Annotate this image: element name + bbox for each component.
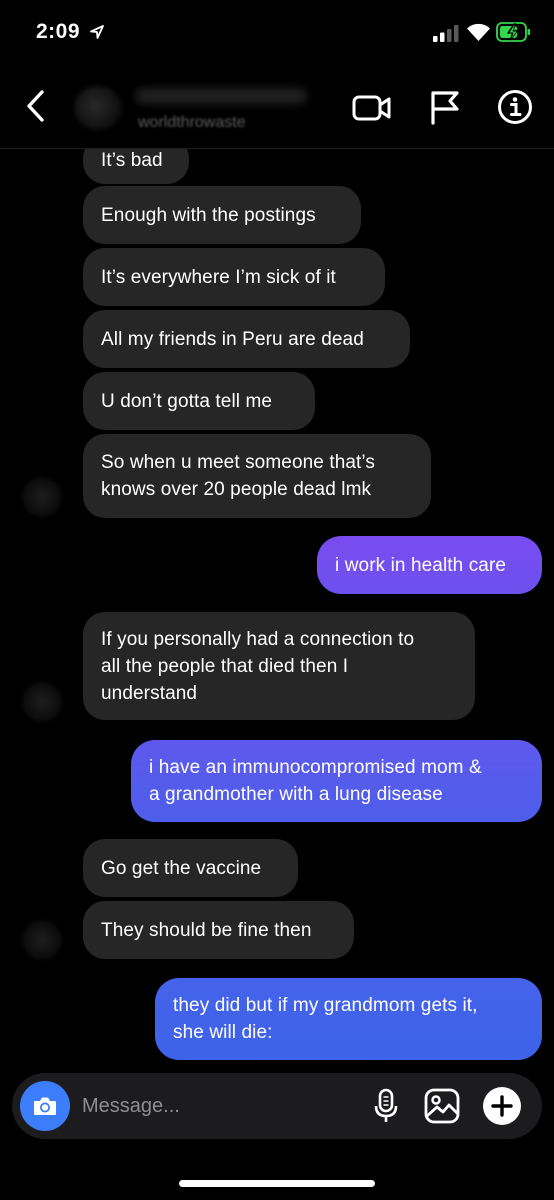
plus-icon — [491, 1095, 513, 1117]
battery-charging-icon — [496, 22, 530, 42]
incoming-message[interactable]: So when u meet someone that’s knows over… — [83, 434, 431, 518]
flag-icon[interactable] — [428, 89, 462, 125]
incoming-message[interactable]: Go get the vaccine — [83, 839, 298, 897]
incoming-message[interactable]: They should be fine then — [83, 901, 354, 959]
incoming-message[interactable]: All my friends in Peru are dead — [83, 310, 410, 368]
incoming-message[interactable]: U don’t gotta tell me — [83, 372, 315, 430]
chevron-left-icon[interactable] — [20, 88, 50, 124]
contact-username[interactable]: worldthrowaste — [138, 114, 246, 132]
incoming-message[interactable]: If you personally had a connection to al… — [83, 612, 475, 720]
sender-avatar[interactable] — [22, 682, 62, 722]
info-icon[interactable] — [497, 89, 533, 125]
microphone-icon[interactable] — [374, 1088, 398, 1124]
cellular-signal-icon — [433, 25, 459, 42]
sender-avatar[interactable] — [22, 920, 62, 960]
sender-avatar[interactable] — [22, 477, 62, 517]
contact-name-redacted — [136, 88, 306, 104]
gallery-icon[interactable] — [424, 1088, 460, 1124]
location-arrow-icon — [90, 25, 104, 39]
home-indicator[interactable] — [179, 1180, 375, 1187]
incoming-message[interactable]: Enough with the postings — [83, 186, 361, 244]
wifi-icon — [467, 23, 490, 41]
outgoing-message[interactable]: they did but if my grandmom gets it, she… — [155, 978, 542, 1060]
message-thread[interactable]: It’s bad Enough with the postings It’s e… — [0, 148, 554, 1068]
camera-icon — [34, 1097, 56, 1115]
camera-button[interactable] — [20, 1081, 70, 1131]
status-bar: 2:09 — [0, 0, 554, 70]
outgoing-message[interactable]: i work in health care — [317, 536, 542, 594]
message-input[interactable] — [82, 1091, 352, 1121]
message-composer — [12, 1073, 542, 1139]
contact-avatar[interactable] — [74, 86, 122, 130]
video-camera-icon[interactable] — [352, 92, 392, 124]
chat-header: worldthrowaste — [0, 70, 554, 149]
status-time: 2:09 — [36, 20, 81, 43]
incoming-message[interactable]: It’s everywhere I’m sick of it — [83, 248, 385, 306]
plus-button[interactable] — [483, 1087, 521, 1125]
outgoing-message[interactable]: i have an immunocompromised mom & a gran… — [131, 740, 542, 822]
incoming-message[interactable]: It’s bad — [83, 148, 189, 184]
